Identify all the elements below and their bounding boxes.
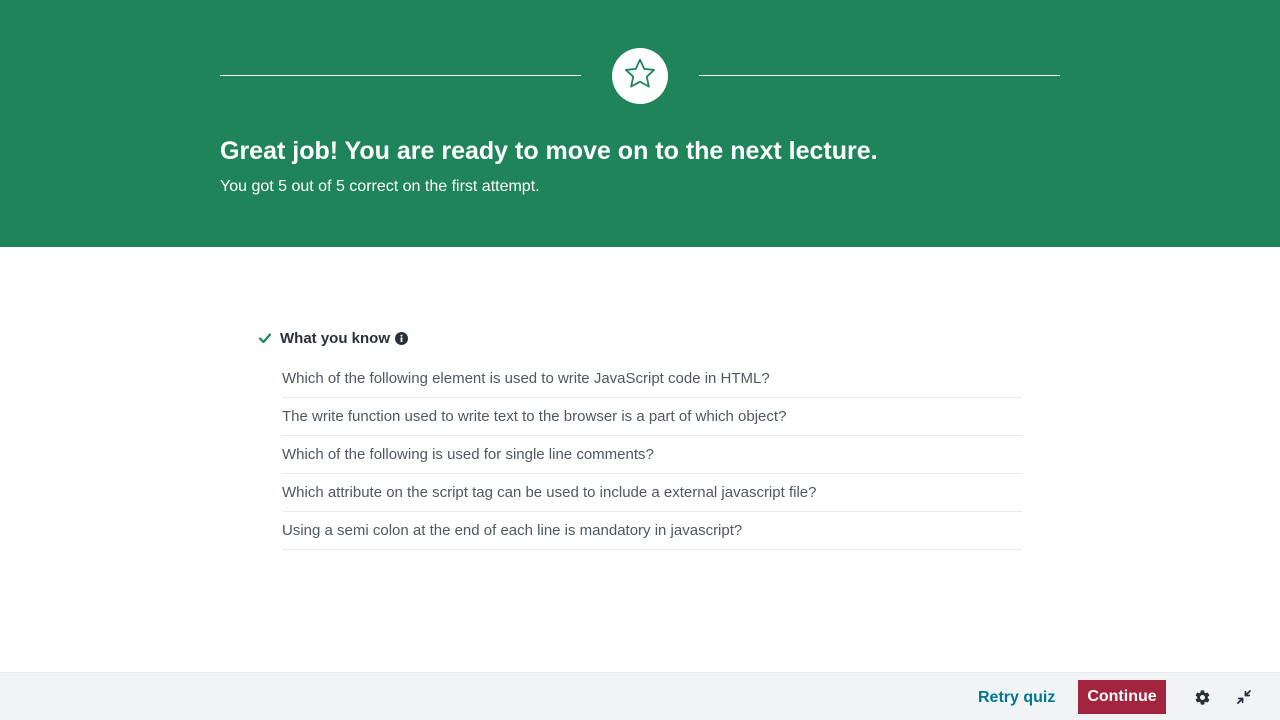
result-subtitle: You got 5 out of 5 correct on the first … [220, 178, 540, 195]
continue-button[interactable]: Continue [1078, 680, 1166, 714]
what-you-know-title: What you know [280, 329, 390, 347]
question-item: Which of the following is used for singl… [282, 436, 1022, 474]
question-item: Using a semi colon at the end of each li… [282, 512, 1022, 550]
star-icon [622, 56, 658, 97]
info-icon[interactable] [395, 331, 408, 345]
star-badge [612, 48, 668, 104]
what-you-know-section: What you know Which of the following ele… [258, 326, 1022, 550]
what-you-know-header: What you know [258, 326, 1022, 350]
question-item: Which attribute on the script tag can be… [282, 474, 1022, 512]
question-list: Which of the following element is used t… [282, 360, 1022, 550]
retry-quiz-button[interactable]: Retry quiz [970, 681, 1063, 715]
quiz-footer: Retry quiz Continue [0, 672, 1280, 720]
result-banner: Great job! You are ready to move on to t… [0, 0, 1280, 247]
check-icon [258, 331, 272, 345]
collapse-icon[interactable] [1234, 687, 1254, 707]
question-item: The write function used to write text to… [282, 398, 1022, 436]
result-title: Great job! You are ready to move on to t… [220, 137, 878, 165]
banner-divider-left [220, 75, 581, 76]
banner-divider-right [699, 75, 1060, 76]
question-item: Which of the following element is used t… [282, 360, 1022, 398]
gear-icon[interactable] [1192, 687, 1212, 707]
